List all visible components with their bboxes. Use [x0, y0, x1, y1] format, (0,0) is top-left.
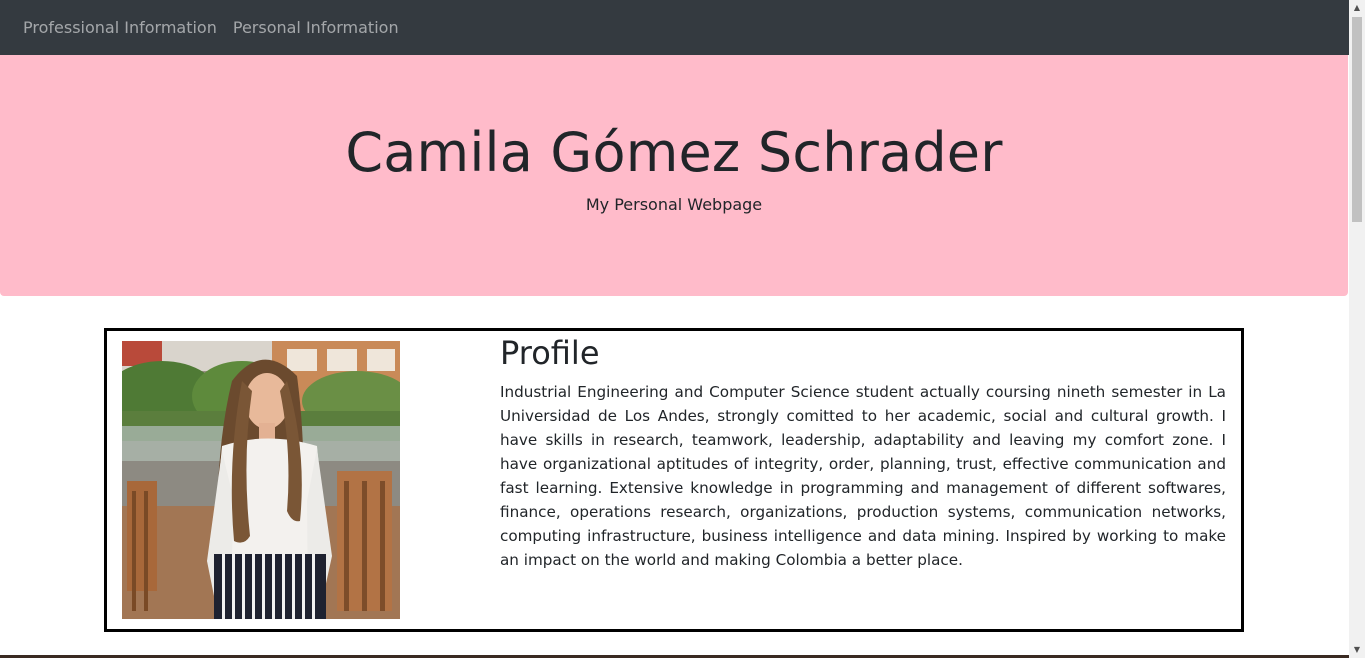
profile-card: Profile Industrial Engineering and Compu… — [104, 328, 1244, 632]
nav-link-personal-information[interactable]: Personal Information — [233, 18, 399, 37]
profile-heading: Profile — [500, 334, 600, 372]
page-title: Camila Gómez Schrader — [345, 121, 1003, 184]
profile-text-block: Profile Industrial Engineering and Compu… — [500, 335, 1226, 572]
profile-photo-illustration — [122, 341, 400, 619]
scroll-up-arrow-icon[interactable]: ▲ — [1349, 0, 1365, 16]
scrollbar-thumb[interactable] — [1352, 17, 1362, 222]
scroll-down-arrow-icon[interactable]: ▼ — [1349, 642, 1365, 658]
vertical-scrollbar[interactable]: ▲ ▼ — [1349, 0, 1365, 658]
profile-description: Industrial Engineering and Computer Scie… — [500, 382, 1226, 569]
profile-photo — [122, 341, 400, 619]
top-navbar: Professional Information Personal Inform… — [0, 0, 1349, 55]
hero-jumbotron: Camila Gómez Schrader My Personal Webpag… — [0, 55, 1348, 296]
page-subtitle: My Personal Webpage — [585, 195, 763, 214]
nav-link-professional-information[interactable]: Professional Information — [23, 18, 217, 37]
